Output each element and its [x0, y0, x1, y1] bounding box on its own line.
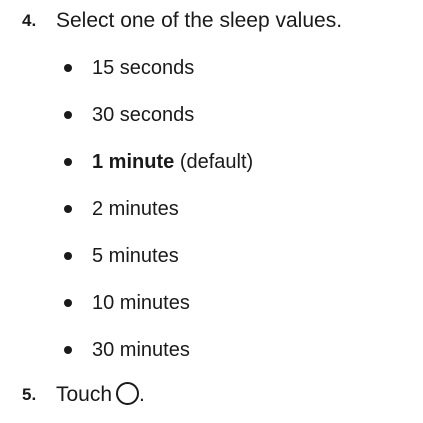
sleep-value-label: 1 minute [92, 151, 175, 173]
list-item: 1 minute (default) [0, 144, 423, 191]
list-item: 30 seconds [0, 97, 423, 144]
list-item: 5 minutes [0, 238, 423, 285]
bullet-icon [64, 299, 72, 307]
bullet-icon [64, 346, 72, 354]
sleep-value-label: 5 minutes [92, 245, 179, 267]
circle-icon [116, 382, 140, 405]
sleep-value-label: 2 minutes [92, 198, 179, 220]
sleep-values-list: 15 seconds 30 seconds 1 minute (default)… [0, 50, 423, 379]
step-number: 5. [22, 385, 37, 404]
bullet-icon [64, 158, 72, 166]
instruction-page: 4. Select one of the sleep values. 15 se… [0, 0, 423, 423]
list-item: 2 minutes [0, 191, 423, 238]
sleep-value-label: 30 minutes [92, 339, 190, 361]
bullet-icon [64, 205, 72, 213]
list-item: 10 minutes [0, 285, 423, 332]
bullet-icon [64, 252, 72, 260]
sleep-value-label: 10 minutes [92, 292, 190, 314]
step-number: 4. [22, 11, 37, 30]
list-item: 30 minutes [0, 332, 423, 379]
default-note: (default) [179, 151, 254, 173]
sleep-value-label: 15 seconds [92, 57, 195, 79]
list-item: 15 seconds [0, 50, 423, 97]
step-text: Touch [56, 383, 113, 406]
step-text: Select one of the sleep values. [56, 9, 343, 32]
step-suffix: . [139, 383, 145, 406]
bullet-icon [64, 111, 72, 119]
sleep-value-label: 30 seconds [92, 104, 195, 126]
bullet-icon [64, 64, 72, 72]
